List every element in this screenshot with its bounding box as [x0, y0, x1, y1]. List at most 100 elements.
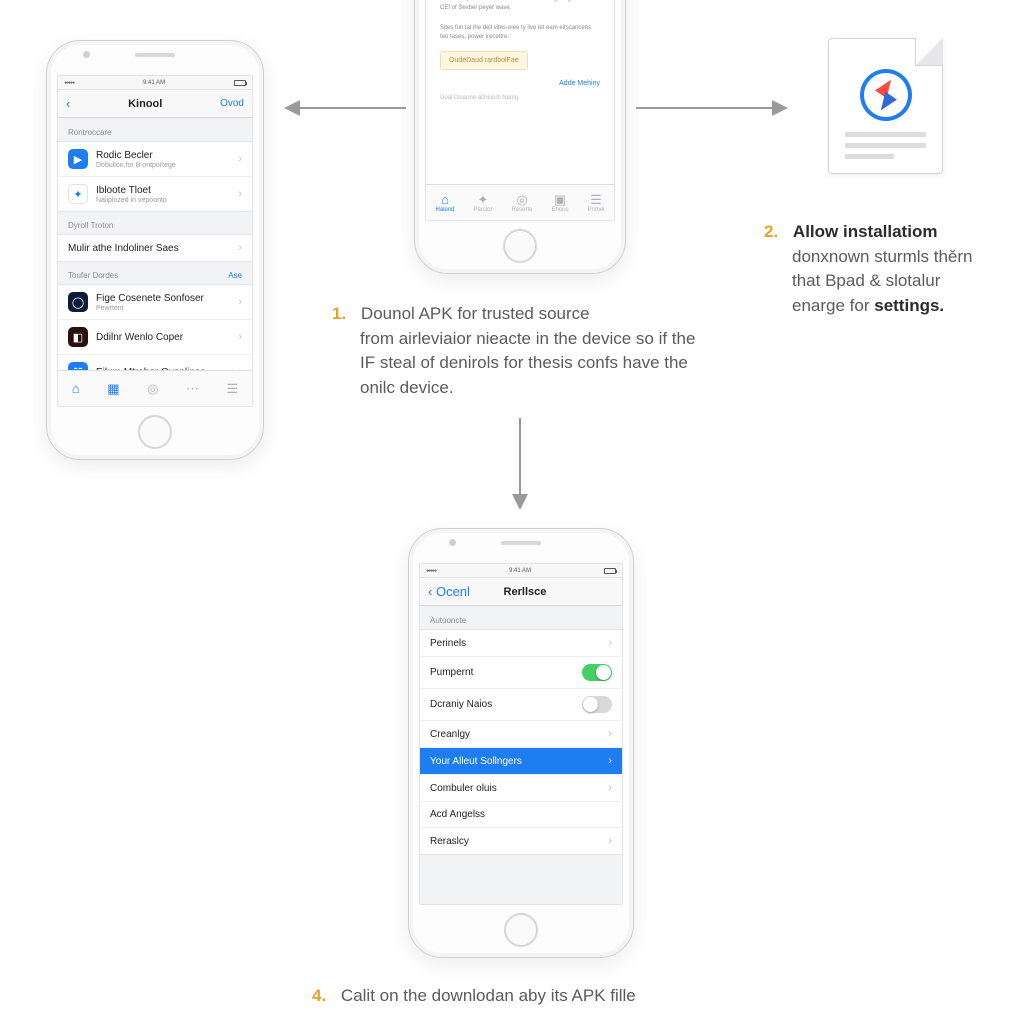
- chevron-right-icon: ›: [608, 728, 612, 740]
- phone-mockup-left: 9:41 AM ‹ Kinool Ovod Rontroccare ▶ Rodi…: [46, 40, 264, 460]
- section-header: Autooncte: [420, 606, 622, 629]
- list-item[interactable]: Mulir athe Indoliner Saes ›: [58, 234, 252, 262]
- footer-text: Doal Disaone aDreiorb Neolg: [426, 93, 614, 103]
- cell-title: Dcraniy Naios: [430, 699, 492, 710]
- list-item[interactable]: Perinels ›: [420, 629, 622, 657]
- app-icon: ◯: [68, 292, 88, 312]
- chevron-right-icon: ›: [238, 296, 242, 308]
- step-number: 4.: [312, 986, 326, 1005]
- step-2-text: 2. Allow installatiom donxnown sturmls t…: [764, 220, 996, 319]
- list-item[interactable]: ◧ Ddilnr Wenlo Coper ›: [58, 319, 252, 355]
- toggle-switch-on[interactable]: [582, 664, 612, 681]
- section-header: Dyroll Troton: [58, 211, 252, 234]
- cell-title: Mulir athe Indoliner Saes: [68, 243, 179, 254]
- tab-circle[interactable]: ◎: [147, 382, 158, 395]
- menu-icon: ☰: [227, 382, 239, 395]
- list-item[interactable]: Reraslcy ›: [420, 827, 622, 855]
- tab-home[interactable]: ⌂Halend: [435, 193, 454, 213]
- chevron-right-icon: ›: [608, 835, 612, 847]
- list-item[interactable]: Pumpernt: [420, 656, 622, 689]
- list-item[interactable]: ◯ Fige Cosenete Sonfoser Pewrtent ›: [58, 284, 252, 320]
- app-icon: ◧: [68, 327, 88, 347]
- tab-label: Reserte: [511, 207, 532, 213]
- nav-bar: ‹ Kinool Ovod: [58, 90, 252, 118]
- list-item[interactable]: Creanlgy ›: [420, 720, 622, 748]
- signal-icon: [426, 568, 436, 574]
- cell-subtitle: Dobullon for B ontportege: [96, 162, 176, 169]
- tab-grid[interactable]: ▦: [107, 382, 119, 395]
- cell-title: Ibloote Tloet: [96, 185, 151, 196]
- cta-button[interactable]: OudeDaud rardbolFae: [440, 51, 528, 70]
- section-header: Toufer Dordes Ase: [58, 261, 252, 284]
- status-bar: 9:41 AM: [58, 76, 252, 90]
- step-number: 2.: [764, 222, 778, 241]
- cell-title: Acd Angelss: [430, 809, 485, 820]
- nav-action[interactable]: Ovod: [220, 98, 244, 109]
- list-item[interactable]: Dcraniy Naios: [420, 688, 622, 721]
- tab-bar: ⌂Halend ✦Parslor ◎Reserte ▣Ehous ☰Primel: [426, 184, 614, 220]
- phone-camera-dot: [83, 51, 90, 58]
- home-button[interactable]: [503, 229, 537, 263]
- phone-mockup-bottom: 9:41 AM ‹ Ocenl Rerllsce Autooncte Perin…: [408, 528, 634, 958]
- chevron-right-icon: ›: [238, 331, 242, 343]
- tab-ring[interactable]: ◎Reserte: [511, 193, 532, 213]
- page-fold-icon: [915, 38, 943, 66]
- document-page: [828, 38, 943, 174]
- tab-label: Ehous: [551, 207, 568, 213]
- home-icon: ⌂: [441, 193, 449, 206]
- signal-icon: [64, 80, 74, 86]
- list-item[interactable]: Combuler oluis ›: [420, 774, 622, 802]
- back-button[interactable]: ‹: [66, 96, 70, 111]
- chevron-right-icon: ›: [238, 242, 242, 254]
- battery-icon: [604, 568, 616, 574]
- back-label: Ocenl: [436, 584, 470, 599]
- cell-title: Reraslcy: [430, 836, 469, 847]
- section-action[interactable]: Ase: [228, 271, 242, 280]
- play-icon: ▶: [68, 149, 88, 169]
- tab-square[interactable]: ▣Ehous: [551, 193, 568, 213]
- document-icon: [828, 38, 943, 174]
- phone-mockup-center: ◆ AloontNort Thee nups AGbSoo Polostre T…: [414, 0, 626, 274]
- chevron-right-icon: ›: [238, 153, 242, 165]
- cell-title: Ddilnr Wenlo Coper: [96, 332, 183, 343]
- link-label[interactable]: Adde Mehiny: [426, 74, 614, 93]
- home-button[interactable]: [138, 415, 172, 449]
- text-lines-icon: [845, 126, 926, 159]
- safari-compass-icon: [860, 69, 912, 121]
- list-item[interactable]: ✦ Ibloote Tloet Naliplozed in vepoonto ›: [58, 176, 252, 212]
- nav-title: Rerllsce: [504, 586, 547, 598]
- phone-c-screen: 9:41 AM ‹ Ocenl Rerllsce Autooncte Perin…: [419, 563, 623, 905]
- cell-title: Your Alleut Sollngers: [430, 756, 522, 767]
- status-time: 9:41 AM: [143, 80, 165, 86]
- list-item[interactable]: Acd Angelss: [420, 801, 622, 828]
- tab-more[interactable]: ⋯: [186, 382, 199, 395]
- section-header: Rontroccare: [58, 118, 252, 141]
- arrow-right: [636, 96, 790, 120]
- tab-star[interactable]: ✦Parslor: [473, 193, 492, 213]
- tab-menu[interactable]: ☰Primel: [587, 193, 604, 213]
- list-item[interactable]: ▶ Rodic Becler Dobullon for B ontportege…: [58, 141, 252, 177]
- ring-icon: ◎: [516, 193, 527, 206]
- circle-icon: ◎: [147, 382, 158, 395]
- list-item-selected[interactable]: Your Alleut Sollngers ›: [420, 747, 622, 775]
- status-time: 9:41 AM: [509, 568, 531, 574]
- section-title: Toufer Dordes: [68, 271, 118, 280]
- home-button[interactable]: [504, 913, 538, 947]
- chevron-right-icon: ›: [608, 755, 612, 767]
- step-4-text: 4. Calit on the downlodan aby its APK fi…: [312, 984, 752, 1009]
- tab-menu[interactable]: ☰: [227, 382, 239, 395]
- cell-subtitle: Pewrtent: [96, 305, 204, 312]
- compass-needle-south: [875, 92, 897, 115]
- tab-home[interactable]: ⌂: [72, 382, 80, 395]
- toggle-switch-off[interactable]: [582, 696, 612, 713]
- back-button[interactable]: ‹ Ocenl: [428, 584, 470, 599]
- nav-bar: ‹ Ocenl Rerllsce: [420, 578, 622, 606]
- square-icon: ▣: [554, 193, 566, 206]
- body-paragraph: Thee nups AGbSoo Polostre Treol lacannl …: [426, 0, 614, 18]
- cell-subtitle: Naliplozed in vepoonto: [96, 197, 167, 204]
- phone-a-screen: 9:41 AM ‹ Kinool Ovod Rontroccare ▶ Rodi…: [57, 75, 253, 407]
- more-icon: ⋯: [186, 382, 199, 395]
- tab-bar: ⌂ ▦ ◎ ⋯ ☰: [58, 370, 252, 406]
- step-number: 1.: [332, 304, 346, 323]
- tab-label: Primel: [587, 207, 604, 213]
